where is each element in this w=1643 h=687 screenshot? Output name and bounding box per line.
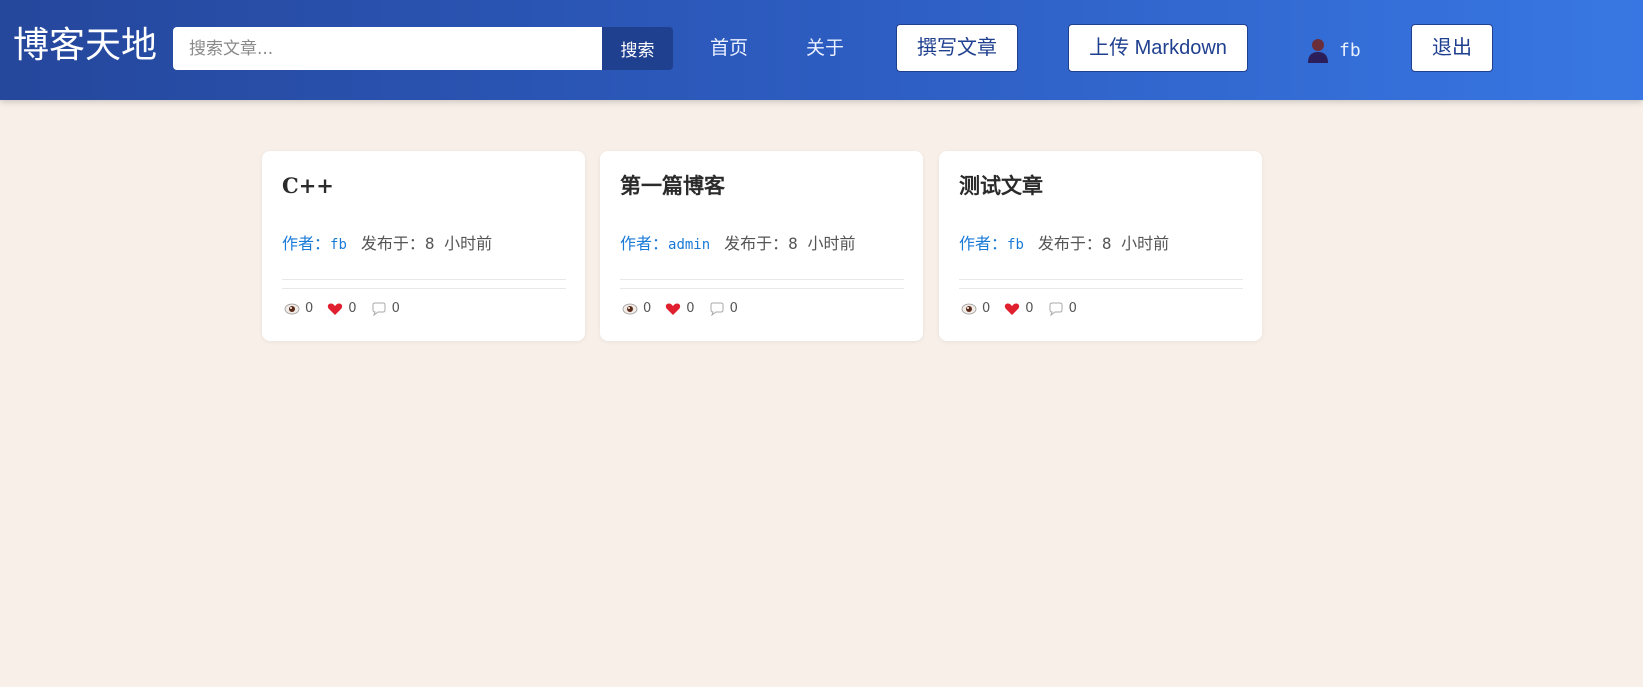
post-meta: 作者：fb 发布于：8 小时前: [959, 233, 1169, 256]
heart-icon: [1005, 303, 1020, 315]
comment-count[interactable]: 0: [709, 301, 738, 316]
comment-count[interactable]: 0: [1048, 301, 1077, 316]
post-stats: 0 0 0: [622, 301, 752, 316]
comment-count-value: 0: [729, 301, 738, 316]
eye-icon: [284, 303, 300, 314]
comment-count-value: 0: [1068, 301, 1077, 316]
view-count-value: 0: [305, 301, 314, 316]
view-count: 0: [284, 301, 313, 316]
divider: [620, 288, 904, 289]
comment-count-value: 0: [391, 301, 400, 316]
logout-button[interactable]: 退出: [1411, 24, 1493, 72]
comment-icon: [710, 302, 724, 316]
view-count-value: 0: [643, 301, 652, 316]
post-card[interactable]: C++ 作者：fb 发布于：8 小时前 0 0 0: [262, 151, 585, 341]
post-title[interactable]: C++: [282, 171, 334, 201]
comment-icon: [372, 302, 386, 316]
heart-icon: [666, 303, 681, 315]
post-title[interactable]: 测试文章: [959, 171, 1043, 201]
site-title[interactable]: 博客天地: [13, 24, 157, 68]
post-stats: 0 0 0: [284, 301, 414, 316]
divider: [959, 288, 1243, 289]
author-link[interactable]: fb: [1007, 237, 1024, 253]
author-label: 作者：: [959, 234, 1008, 253]
post-card[interactable]: 测试文章 作者：fb 发布于：8 小时前 0 0 0: [939, 151, 1262, 341]
author-link[interactable]: fb: [330, 237, 347, 253]
like-count[interactable]: 0: [1004, 301, 1034, 316]
published-time: 发布于：8 小时前: [724, 234, 856, 253]
write-post-button[interactable]: 撰写文章: [896, 24, 1018, 72]
nav-home-link[interactable]: 首页: [710, 36, 748, 60]
view-count: 0: [961, 301, 990, 316]
user-menu[interactable]: fb: [1307, 36, 1361, 64]
eye-icon: [961, 303, 977, 314]
search-button[interactable]: 搜索: [602, 27, 673, 70]
search-bar: 搜索: [173, 27, 673, 70]
like-count-value: 0: [686, 301, 695, 316]
heart-icon: [328, 303, 343, 315]
post-meta: 作者：fb 发布于：8 小时前: [282, 233, 492, 256]
divider: [282, 288, 566, 289]
eye-icon: [622, 303, 638, 314]
top-navbar: 博客天地 搜索 首页 关于 撰写文章 上传 Markdown fb 退出: [0, 0, 1643, 100]
user-icon: [1308, 39, 1328, 63]
author-link[interactable]: admin: [668, 237, 710, 253]
published-time: 发布于：8 小时前: [360, 234, 493, 253]
post-card[interactable]: 第一篇博客 作者：admin 发布于：8 小时前 0 0 0: [600, 151, 923, 341]
view-count-value: 0: [982, 301, 991, 316]
like-count-value: 0: [1025, 301, 1034, 316]
author-label: 作者：: [620, 234, 669, 253]
search-input[interactable]: [173, 27, 602, 70]
published-time: 发布于：8 小时前: [1037, 234, 1170, 253]
author-label: 作者：: [282, 234, 331, 253]
like-count[interactable]: 0: [665, 301, 695, 316]
like-count-value: 0: [348, 301, 357, 316]
divider: [959, 279, 1243, 280]
post-meta: 作者：admin 发布于：8 小时前: [620, 233, 855, 256]
divider: [282, 279, 566, 280]
upload-markdown-button[interactable]: 上传 Markdown: [1068, 24, 1248, 72]
post-title[interactable]: 第一篇博客: [620, 171, 725, 201]
comment-count[interactable]: 0: [371, 301, 400, 316]
divider: [620, 279, 904, 280]
user-name: fb: [1339, 39, 1361, 61]
comment-icon: [1049, 302, 1063, 316]
like-count[interactable]: 0: [327, 301, 357, 316]
post-stats: 0 0 0: [961, 301, 1091, 316]
view-count: 0: [622, 301, 651, 316]
nav-about-link[interactable]: 关于: [806, 36, 844, 60]
